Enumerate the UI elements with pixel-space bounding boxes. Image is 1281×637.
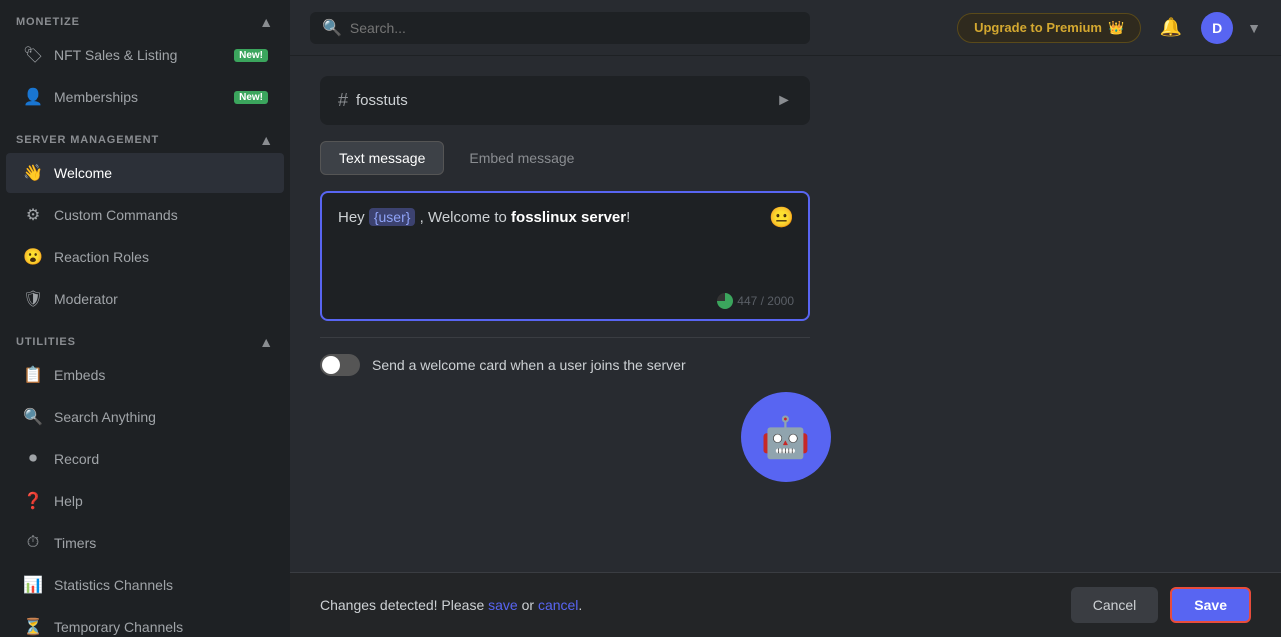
section-label: MONETIZE [16,16,80,28]
channel-name: # fosstuts [338,90,408,111]
search-bar[interactable]: 🔍 [310,12,810,44]
section-label: UTILITIES [16,336,76,348]
chevron-up-icon[interactable]: ▲ [259,334,274,350]
welcome-icon: 👋 [22,162,44,184]
notification-bell-icon[interactable]: 🔔 [1155,12,1187,44]
message-tabs: Text message Embed message [320,141,1251,175]
sidebar-item-label: Temporary Channels [54,619,183,635]
channel-select[interactable]: # fosstuts ► [320,76,810,125]
sidebar-item-record[interactable]: ⏺ Record [6,439,284,479]
sidebar-item-timers[interactable]: ⏱ Timers [6,523,284,563]
sidebar-item-label: Reaction Roles [54,249,149,265]
sidebar-item-moderator[interactable]: 🛡 Moderator [6,279,284,319]
sidebar: MONETIZE ▲ 🏷 NFT Sales & Listing New! 👤 … [0,0,290,637]
hash-icon: # [338,90,348,111]
search-input[interactable] [350,20,798,36]
nft-icon: 🏷 [22,44,44,66]
sidebar-item-label: Timers [54,535,96,551]
content-area: # fosstuts ► Text message Embed message … [290,56,1281,572]
welcome-card-toggle-row: Send a welcome card when a user joins th… [320,354,810,376]
bot-preview-area: 🤖 [320,392,1251,482]
divider [320,337,810,338]
cancel-button[interactable]: Cancel [1071,587,1159,623]
sidebar-item-label: Search Anything [54,409,156,425]
message-hey: Hey [338,209,369,226]
search-icon: 🔍 [322,18,342,38]
section-server-management: SERVER MANAGEMENT ▲ [0,118,290,152]
sidebar-item-label: Help [54,493,83,509]
record-icon: ⏺ [22,448,44,470]
message-content[interactable]: Hey {user} , Welcome to fosslinux server… [338,207,792,305]
main-content: 🔍 Upgrade to Premium 👑 🔔 D ▼ # fosstuts … [290,0,1281,637]
welcome-card-toggle[interactable] [320,354,360,376]
message-editor[interactable]: Hey {user} , Welcome to fosslinux server… [320,191,810,321]
sidebar-item-label: Record [54,451,99,467]
message-end: ! [626,209,630,226]
sidebar-item-welcome[interactable]: 👋 Welcome [6,153,284,193]
save-link[interactable]: save [488,597,518,613]
chevron-right-icon: ► [776,92,792,110]
sidebar-item-label: Welcome [54,165,112,181]
changes-detected-text: Changes detected! Please save or cancel. [320,597,582,613]
crown-icon: 👑 [1108,20,1124,36]
sidebar-item-memberships[interactable]: 👤 Memberships New! [6,77,284,117]
avatar[interactable]: D [1201,12,1233,44]
char-count: 447 / 2000 [717,293,794,309]
bottom-bar: Changes detected! Please save or cancel.… [290,572,1281,637]
toggle-label: Send a welcome card when a user joins th… [372,357,686,373]
sidebar-item-reaction-roles[interactable]: 😮 Reaction Roles [6,237,284,277]
cancel-link[interactable]: cancel [538,597,578,613]
custom-commands-icon: ⚙ [22,204,44,226]
tab-text-message[interactable]: Text message [320,141,444,175]
bottom-actions: Cancel Save [1071,587,1251,623]
sidebar-item-embeds[interactable]: 📋 Embeds [6,355,284,395]
section-label: SERVER MANAGEMENT [16,134,159,146]
premium-label: Upgrade to Premium [974,20,1102,35]
topbar: 🔍 Upgrade to Premium 👑 🔔 D ▼ [290,0,1281,56]
char-progress-indicator [717,293,733,309]
sidebar-item-label: NFT Sales & Listing [54,47,177,63]
chevron-up-icon[interactable]: ▲ [259,132,274,148]
message-bold: fosslinux server [511,209,626,226]
sidebar-item-temporary-channels[interactable]: ⏳ Temporary Channels [6,607,284,637]
message-welcome: , Welcome to [415,209,511,226]
new-badge: New! [234,49,268,62]
topbar-right: Upgrade to Premium 👑 🔔 D ▼ [957,12,1261,44]
bot-avatar: 🤖 [741,392,831,482]
sidebar-item-custom-commands[interactable]: ⚙ Custom Commands [6,195,284,235]
moderator-icon: 🛡 [22,288,44,310]
emoji-picker-button[interactable]: 😐 [769,205,794,230]
sidebar-item-label: Memberships [54,89,138,105]
char-count-text: 447 / 2000 [737,294,794,308]
sidebar-item-help[interactable]: ❓ Help [6,481,284,521]
timers-icon: ⏱ [22,532,44,554]
search-icon: 🔍 [22,406,44,428]
statistics-icon: 📊 [22,574,44,596]
memberships-icon: 👤 [22,86,44,108]
sidebar-item-label: Custom Commands [54,207,178,223]
user-tag: {user} [369,208,416,226]
help-icon: ❓ [22,490,44,512]
save-button[interactable]: Save [1170,587,1251,623]
sidebar-item-statistics-channels[interactable]: 📊 Statistics Channels [6,565,284,605]
sidebar-item-label: Statistics Channels [54,577,173,593]
upgrade-premium-button[interactable]: Upgrade to Premium 👑 [957,13,1141,43]
tab-embed-message[interactable]: Embed message [450,141,593,175]
embeds-icon: 📋 [22,364,44,386]
sidebar-item-search-anything[interactable]: 🔍 Search Anything [6,397,284,437]
section-monetize: MONETIZE ▲ [0,0,290,34]
reaction-roles-icon: 😮 [22,246,44,268]
sidebar-item-label: Moderator [54,291,118,307]
channel-name-text: fosstuts [356,92,408,109]
chevron-down-icon[interactable]: ▼ [1247,20,1261,36]
sidebar-item-nft-sales[interactable]: 🏷 NFT Sales & Listing New! [6,35,284,75]
chevron-up-icon[interactable]: ▲ [259,14,274,30]
new-badge: New! [234,91,268,104]
sidebar-item-label: Embeds [54,367,105,383]
temporary-icon: ⏳ [22,616,44,637]
section-utilities: UTILITIES ▲ [0,320,290,354]
